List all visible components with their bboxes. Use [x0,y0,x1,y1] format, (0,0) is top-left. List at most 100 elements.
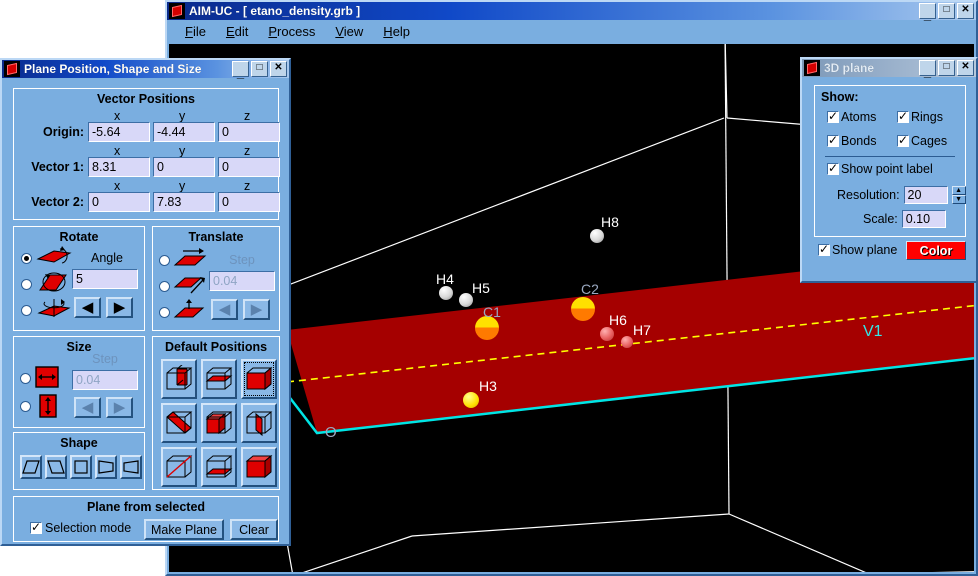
plane-front-face-tile[interactable] [241,359,277,399]
translate-step-input[interactable] [209,271,275,291]
clear-button[interactable]: Clear [230,519,278,540]
atom-sphere-h6[interactable] [600,327,614,341]
rotate-axis-normal-icon[interactable] [36,297,72,321]
checkbox-selection-mode-box[interactable] [30,522,42,534]
atom-sphere-h5[interactable] [459,293,473,307]
size-option-0-radio[interactable] [20,373,31,384]
plane-yz-center-tile[interactable] [241,403,277,443]
translate-option-1-radio[interactable] [159,281,170,292]
menu-item-help[interactable]: Help [373,22,420,41]
maximize-button[interactable]: □ [251,61,268,77]
maximize-button[interactable]: □ [938,60,955,76]
color-button[interactable]: Color [906,241,966,260]
plane-dialog-title: Plane Position, Shape and Size [24,62,232,76]
rotate-right-button[interactable]: ▶ [106,297,133,318]
rotate-left-button[interactable]: ◀ [74,297,101,318]
size-horizontal-icon[interactable] [34,365,60,389]
rotate-angle-input[interactable] [72,269,138,289]
translate-option-2-radio[interactable] [159,307,170,318]
vector2-x-input[interactable] [88,192,150,212]
rotate-axis-v2-icon[interactable] [36,271,72,295]
vector1-x-input[interactable] [88,157,150,177]
main-window-titlebar[interactable]: AIM-UC - [ etano_density.grb ] _ □ ✕ [167,2,976,20]
atom-sphere-h7[interactable] [621,336,633,348]
checkbox-rings[interactable]: Rings [897,110,943,124]
close-button[interactable]: ✕ [957,3,974,19]
rotate-option-1-radio[interactable] [21,279,32,290]
vector1-row-label: Vector 1: [14,160,84,174]
plane-diagonal-xz-tile[interactable] [161,403,197,443]
checkbox-show-plane-box[interactable] [818,244,830,256]
rotate-option-2-radio[interactable] [21,305,32,316]
plane-solid-right-tile[interactable] [241,447,277,487]
atom-sphere-c2[interactable] [571,297,595,321]
spinner-up-icon[interactable]: ▲ [952,186,966,195]
checkbox-atoms[interactable]: Atoms [827,110,876,124]
checkbox-show-point-label-box[interactable] [827,163,839,175]
plane-yz-left-tile[interactable] [161,359,197,399]
size-step-input[interactable] [72,370,138,390]
make-plane-button[interactable]: Make Plane [144,519,224,540]
3d-plane-title: 3D plane [824,61,919,75]
minimize-button[interactable]: _ [919,60,936,76]
resolution-spinner[interactable]: ▲ ▼ [952,186,966,204]
size-vertical-icon[interactable] [38,393,58,419]
resolution-input[interactable] [904,186,948,204]
shape-square-tile[interactable] [70,455,92,479]
translate-right-button[interactable]: ▶ [243,299,270,320]
translate-left-button[interactable]: ◀ [211,299,238,320]
plane-xy-mid-tile[interactable] [201,359,237,399]
3d-plane-dialog: 3D plane _ □ ✕ Show: Atoms Rings Bonds C… [800,57,978,283]
translate-along-v1-icon[interactable] [173,247,207,269]
plane-xy-bottom-tile[interactable] [201,447,237,487]
3d-plane-titlebar[interactable]: 3D plane _ □ ✕ [802,59,976,77]
vector-positions-title: Vector Positions [14,92,278,106]
atom-sphere-h8[interactable] [590,229,604,243]
spinner-down-icon[interactable]: ▼ [952,195,966,204]
checkbox-cages[interactable]: Cages [897,134,947,148]
shape-trapezoid-left-tile[interactable] [120,455,142,479]
vector2-z-input[interactable] [218,192,280,212]
shape-parallelogram-right-tile[interactable] [20,455,42,479]
checkbox-cages-box[interactable] [897,135,909,147]
maximize-button[interactable]: □ [938,3,955,19]
size-option-1-radio[interactable] [20,401,31,412]
rotate-option-0-radio[interactable] [21,253,32,264]
checkbox-bonds-box[interactable] [827,135,839,147]
minimize-button[interactable]: _ [232,61,249,77]
vector2-y-input[interactable] [153,192,215,212]
close-button[interactable]: ✕ [957,60,974,76]
translate-along-normal-icon[interactable] [173,299,207,321]
origin-z-input[interactable] [218,122,280,142]
checkbox-show-point-label[interactable]: Show point label [827,162,933,176]
checkbox-show-plane[interactable]: Show plane [818,243,897,257]
checkbox-rings-box[interactable] [897,111,909,123]
atom-sphere-h3[interactable] [463,392,479,408]
close-button[interactable]: ✕ [270,61,287,77]
shape-parallelogram-left-tile[interactable] [45,455,67,479]
plane-dialog-titlebar[interactable]: Plane Position, Shape and Size _ □ ✕ [2,60,289,78]
scale-input[interactable] [902,210,946,228]
minimize-button[interactable]: _ [919,3,936,19]
rotate-axis-v1-icon[interactable] [36,245,72,267]
origin-x-input[interactable] [88,122,150,142]
origin-y-input[interactable] [153,122,215,142]
translate-along-v2-icon[interactable] [173,273,207,295]
menu-item-file[interactable]: File [175,22,216,41]
vector1-z-input[interactable] [218,157,280,177]
menu-item-view[interactable]: View [325,22,373,41]
left-arrow-icon: ◀ [219,302,231,317]
size-right-button[interactable]: ▶ [106,397,133,418]
checkbox-atoms-box[interactable] [827,111,839,123]
translate-option-0-radio[interactable] [159,255,170,266]
size-left-button[interactable]: ◀ [74,397,101,418]
menu-item-process[interactable]: Process [258,22,325,41]
plane-solid-block-tile[interactable] [201,403,237,443]
shape-trapezoid-right-tile[interactable] [95,455,117,479]
menu-item-edit[interactable]: Edit [216,22,258,41]
plane-diagonal-line-tile[interactable] [161,447,197,487]
checkbox-selection-mode[interactable]: Selection mode [30,521,131,535]
checkbox-bonds[interactable]: Bonds [827,134,876,148]
vector1-y-input[interactable] [153,157,215,177]
atom-sphere-h4[interactable] [439,286,453,300]
